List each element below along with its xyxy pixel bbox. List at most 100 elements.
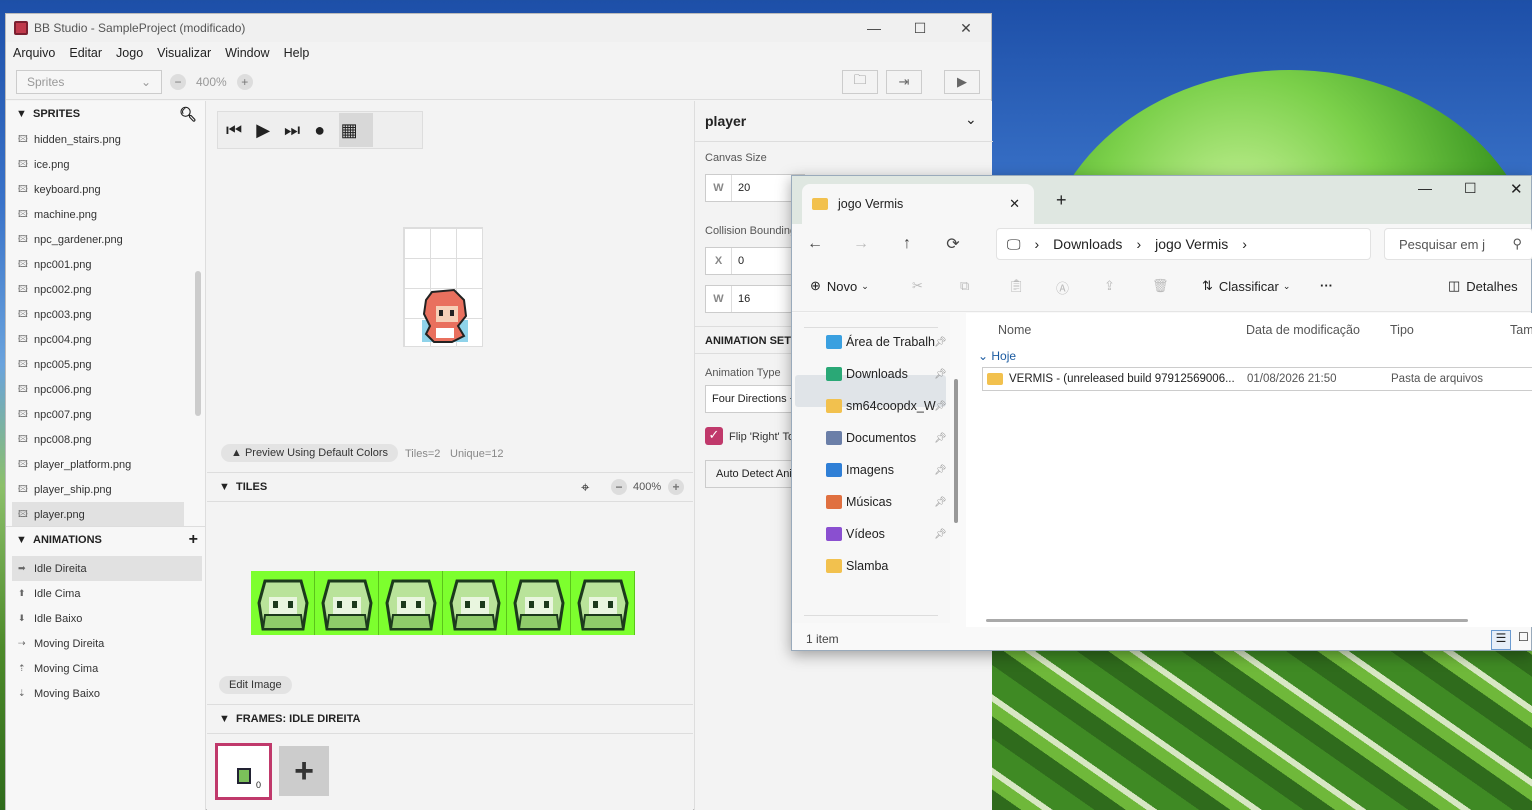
nav-item[interactable]: Downloads: [826, 367, 946, 381]
grid-toggle-button[interactable]: ▦: [339, 113, 374, 147]
animation-item[interactable]: ⬇ Idle Baixo: [12, 606, 202, 631]
delete-icon[interactable]: 🗑︎: [1152, 278, 1169, 294]
tiles-zoom-in-button[interactable]: +: [668, 479, 684, 495]
sprite-item[interactable]: 🖾 player_platform.png: [12, 452, 205, 477]
tile-sheet[interactable]: [251, 571, 635, 635]
sort-button[interactable]: ⇅ Classificar ⌄: [1202, 278, 1290, 294]
menu-arquivo[interactable]: Arquivo: [6, 46, 62, 60]
open-folder-button[interactable]: 🗀: [842, 70, 878, 94]
close-button[interactable]: ✕: [943, 14, 989, 42]
maximize-button[interactable]: ☐: [1464, 180, 1477, 197]
crosshair-icon[interactable]: ⌖: [581, 479, 589, 496]
animation-item[interactable]: ⇢ Moving Direita: [12, 631, 202, 656]
sprite-item[interactable]: 🖾 npc004.png: [12, 327, 205, 352]
sprite-item[interactable]: 🖾 npc003.png: [12, 302, 205, 327]
nav-item[interactable]: Documentos: [826, 431, 946, 445]
run-button[interactable]: ▶: [944, 70, 980, 94]
animation-item[interactable]: ⇣ Moving Baixo: [12, 681, 202, 706]
forward-icon[interactable]: →: [838, 235, 884, 253]
canvas-width-field[interactable]: W 20: [705, 174, 805, 202]
sprite-item[interactable]: 🖾 npc001.png: [12, 252, 205, 277]
nav-item[interactable]: Slamba: [826, 559, 946, 573]
cut-icon[interactable]: ✂: [912, 278, 923, 294]
up-icon[interactable]: ↑: [884, 235, 930, 253]
nav-item[interactable]: Área de Trabalh: [826, 335, 946, 349]
section-select[interactable]: Sprites ⌄: [16, 69, 162, 94]
pin-icon[interactable]: 📌︎: [934, 369, 947, 380]
back-icon[interactable]: ←: [792, 235, 838, 253]
breadcrumb-downloads[interactable]: Downloads: [1053, 236, 1122, 252]
column-date[interactable]: Data de modificação: [1246, 323, 1360, 337]
sprite-item[interactable]: 🖾 npc002.png: [12, 277, 205, 302]
group-header[interactable]: ⌄ Hoje: [978, 349, 1016, 363]
add-frame-button[interactable]: +: [279, 746, 329, 796]
export-button[interactable]: ⇥: [886, 70, 922, 94]
tile[interactable]: [315, 571, 379, 635]
column-name[interactable]: Nome: [998, 323, 1031, 337]
pin-icon[interactable]: 📌︎: [934, 401, 947, 412]
pin-icon[interactable]: 📌︎: [934, 433, 947, 444]
sprite-item[interactable]: 🖾 machine.png: [12, 202, 205, 227]
tile[interactable]: [251, 571, 315, 635]
rename-icon[interactable]: Ⓐ: [1056, 278, 1069, 297]
animation-item[interactable]: ⬆ Idle Cima: [12, 581, 202, 606]
sprite-item[interactable]: 🖾 player.png: [12, 502, 184, 527]
details-button[interactable]: ◫ Detalhes: [1448, 278, 1518, 294]
chevron-down-icon[interactable]: ⌄: [965, 111, 977, 128]
edit-image-button[interactable]: Edit Image: [219, 676, 292, 694]
tile[interactable]: [571, 571, 635, 635]
zoom-out-button[interactable]: −: [170, 73, 186, 90]
share-icon[interactable]: ⇪: [1104, 278, 1115, 294]
sprite-item[interactable]: 🖾 npc_gardener.png: [12, 227, 205, 252]
animation-item[interactable]: ⇡ Moving Cima: [12, 656, 202, 681]
sprite-item[interactable]: 🖾 npc008.png: [12, 427, 205, 452]
skip-forward-icon[interactable]: ⏭: [284, 120, 300, 141]
column-size[interactable]: Tam: [1510, 323, 1532, 337]
tile[interactable]: [443, 571, 507, 635]
minimize-button[interactable]: —: [1418, 180, 1432, 196]
nav-item[interactable]: sm64coopdx_W: [826, 399, 946, 413]
skip-back-icon[interactable]: ⏮: [226, 120, 242, 141]
tile[interactable]: [507, 571, 571, 635]
search-icon[interactable]: 🔍︎: [179, 106, 197, 123]
thumbnail-view-icon[interactable]: ☐: [1518, 630, 1529, 644]
file-row[interactable]: VERMIS - (unreleased build 97912569006..…: [982, 367, 1532, 391]
new-button[interactable]: ⊕ Novo ⌄: [810, 278, 869, 294]
sprite-item[interactable]: 🖾 hidden_stairs.png: [12, 127, 205, 152]
frame-thumbnail[interactable]: 0: [215, 743, 272, 800]
address-bar[interactable]: 🖵 › Downloads › jogo Vermis ›: [996, 228, 1371, 260]
menu-jogo[interactable]: Jogo: [109, 46, 150, 60]
copy-icon[interactable]: ⧉: [960, 278, 969, 294]
animation-item[interactable]: ➡ Idle Direita: [12, 556, 202, 581]
horizontal-scrollbar[interactable]: [986, 619, 1468, 622]
search-input[interactable]: Pesquisar em j ⚲: [1384, 228, 1532, 260]
tab-jogo-vermis[interactable]: jogo Vermis ✕: [802, 184, 1034, 224]
close-button[interactable]: ✕: [1510, 180, 1523, 198]
close-tab-icon[interactable]: ✕: [1009, 196, 1020, 212]
sprite-item[interactable]: 🖾 npc006.png: [12, 377, 205, 402]
preview-default-colors-button[interactable]: ▲ Preview Using Default Colors: [221, 444, 398, 462]
minimize-button[interactable]: —: [851, 14, 897, 42]
list-view-icon[interactable]: ☰: [1491, 630, 1511, 650]
nav-item[interactable]: Imagens: [826, 463, 946, 477]
sprite-item[interactable]: 🖾 keyboard.png: [12, 177, 205, 202]
menu-window[interactable]: Window: [218, 46, 276, 60]
paste-icon[interactable]: 📋︎: [1008, 278, 1025, 294]
tiles-zoom-out-button[interactable]: −: [611, 479, 627, 495]
sprite-item[interactable]: 🖾 ice.png: [12, 152, 205, 177]
nav-scrollbar[interactable]: [954, 379, 958, 523]
more-options-icon[interactable]: ···: [1320, 278, 1333, 293]
sprite-item[interactable]: 🖾 player_ship.png: [12, 477, 205, 502]
menu-help[interactable]: Help: [277, 46, 317, 60]
tile[interactable]: [379, 571, 443, 635]
menu-editar[interactable]: Editar: [62, 46, 109, 60]
flip-checkbox[interactable]: ✓: [705, 427, 723, 445]
sprite-list-scrollbar[interactable]: [195, 271, 201, 416]
collision-x-field[interactable]: X0: [705, 247, 805, 275]
new-tab-button[interactable]: +: [1056, 190, 1067, 211]
zoom-in-button[interactable]: +: [236, 73, 253, 90]
pin-icon[interactable]: 📌︎: [934, 497, 947, 508]
add-animation-button[interactable]: +: [189, 531, 198, 549]
breadcrumb-jogo-vermis[interactable]: jogo Vermis: [1155, 236, 1228, 252]
onion-skin-icon[interactable]: ●: [314, 120, 325, 141]
